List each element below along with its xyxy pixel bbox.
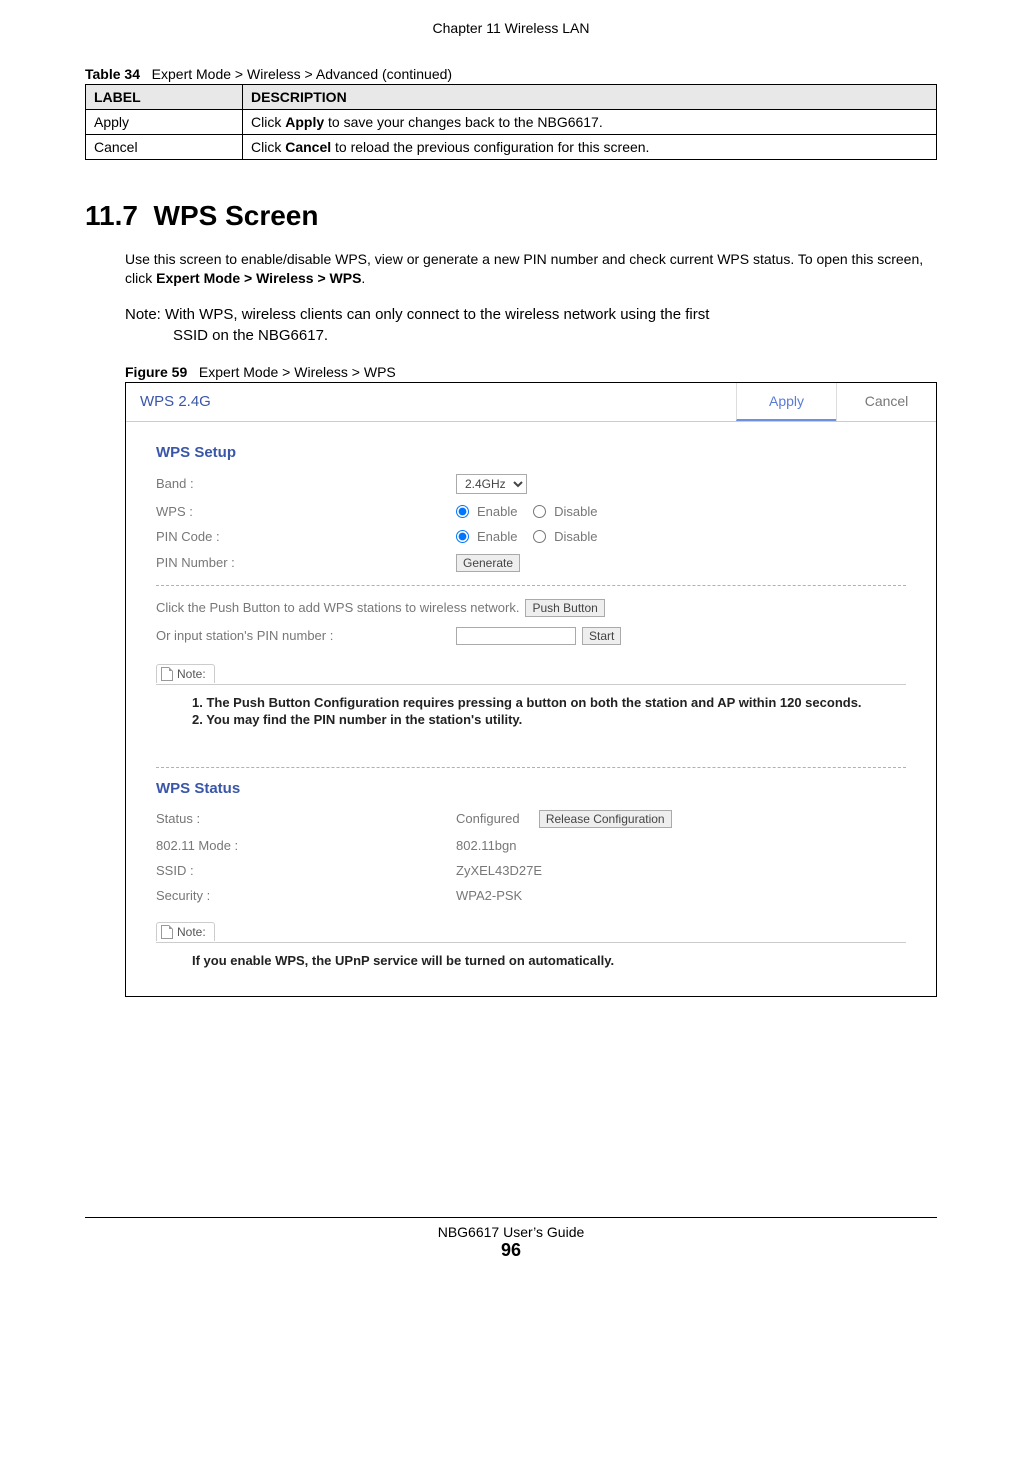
generate-button[interactable]: Generate	[456, 554, 520, 572]
start-button[interactable]: Start	[582, 627, 621, 645]
figure-59: WPS 2.4G Apply Cancel WPS Setup Band : 2…	[125, 382, 937, 997]
mode-value: 802.11bgn	[456, 838, 517, 853]
page-footer: NBG6617 User’s Guide 96	[85, 1217, 937, 1261]
table-cell-label: Cancel	[86, 135, 243, 160]
note2-line1: If you enable WPS, the UPnP service will…	[192, 953, 902, 968]
enable-text: Enable	[477, 504, 517, 519]
panel-title: WPS 2.4G	[126, 383, 736, 421]
divider	[156, 585, 906, 586]
wps-setup-heading: WPS Setup	[156, 444, 906, 461]
mode-label: 802.11 Mode :	[156, 838, 456, 853]
table-header-label: LABEL	[86, 85, 243, 110]
disable-text: Disable	[554, 529, 597, 544]
table-row: Cancel Click Cancel to reload the previo…	[86, 135, 937, 160]
push-button[interactable]: Push Button	[525, 599, 604, 617]
wps-status-heading: WPS Status	[156, 780, 906, 797]
note1-line1: 1. The Push Button Configuration require…	[192, 695, 902, 710]
document-icon	[161, 667, 173, 681]
note-tab: Note:	[156, 922, 215, 941]
cancel-button[interactable]: Cancel	[836, 383, 936, 421]
station-pin-input[interactable]	[456, 627, 576, 645]
chapter-header: Chapter 11 Wireless LAN	[85, 20, 937, 36]
table-34: LABEL DESCRIPTION Apply Click Apply to s…	[85, 84, 937, 160]
table-caption-prefix: Table 34	[85, 66, 140, 82]
release-configuration-button[interactable]: Release Configuration	[539, 810, 672, 828]
wps-label: WPS :	[156, 504, 456, 519]
note1-line2: 2. You may find the PIN number in the st…	[192, 712, 902, 727]
wps-enable-radio[interactable]	[456, 505, 469, 518]
pin-code-enable-radio[interactable]	[456, 530, 469, 543]
figure-caption-text: Expert Mode > Wireless > WPS	[199, 364, 396, 380]
pin-input-label: Or input station's PIN number :	[156, 628, 456, 643]
table-caption-text: Expert Mode > Wireless > Advanced (conti…	[152, 66, 452, 82]
table-cell-description: Click Apply to save your changes back to…	[243, 110, 937, 135]
band-select[interactable]: 2.4GHz	[456, 474, 527, 494]
note-box-2: Note: If you enable WPS, the UPnP servic…	[156, 922, 906, 978]
table-caption: Table 34 Expert Mode > Wireless > Advanc…	[85, 66, 937, 82]
section-title: WPS Screen	[154, 200, 319, 231]
footer-guide: NBG6617 User’s Guide	[85, 1224, 937, 1240]
apply-button[interactable]: Apply	[736, 383, 836, 421]
note-box-1: Note: 1. The Push Button Configuration r…	[156, 664, 906, 737]
figure-caption: Figure 59 Expert Mode > Wireless > WPS	[125, 364, 937, 380]
table-cell-label: Apply	[86, 110, 243, 135]
ssid-label: SSID :	[156, 863, 456, 878]
pin-code-disable-radio[interactable]	[533, 530, 546, 543]
enable-text: Enable	[477, 529, 517, 544]
status-value: Configured	[456, 811, 520, 826]
pin-code-label: PIN Code :	[156, 529, 456, 544]
section-intro: Use this screen to enable/disable WPS, v…	[125, 250, 937, 288]
pin-number-label: PIN Number :	[156, 555, 456, 570]
security-value: WPA2-PSK	[456, 888, 522, 903]
table-cell-description: Click Cancel to reload the previous conf…	[243, 135, 937, 160]
section-note: Note: With WPS, wireless clients can onl…	[125, 304, 937, 346]
table-row: Apply Click Apply to save your changes b…	[86, 110, 937, 135]
footer-rule	[85, 1217, 937, 1218]
note-tab: Note:	[156, 664, 215, 683]
band-label: Band :	[156, 476, 456, 491]
wps-disable-radio[interactable]	[533, 505, 546, 518]
security-label: Security :	[156, 888, 456, 903]
status-label: Status :	[156, 811, 456, 826]
figure-caption-prefix: Figure 59	[125, 364, 187, 380]
titlebar: WPS 2.4G Apply Cancel	[126, 383, 936, 422]
document-icon	[161, 925, 173, 939]
ssid-value: ZyXEL43D27E	[456, 863, 542, 878]
section-number: 11.7	[85, 200, 138, 231]
section-heading: 11.7 WPS Screen	[85, 200, 937, 232]
divider	[156, 767, 906, 768]
disable-text: Disable	[554, 504, 597, 519]
table-header-description: DESCRIPTION	[243, 85, 937, 110]
pbc-text: Click the Push Button to add WPS station…	[156, 600, 519, 615]
footer-page: 96	[85, 1240, 937, 1261]
